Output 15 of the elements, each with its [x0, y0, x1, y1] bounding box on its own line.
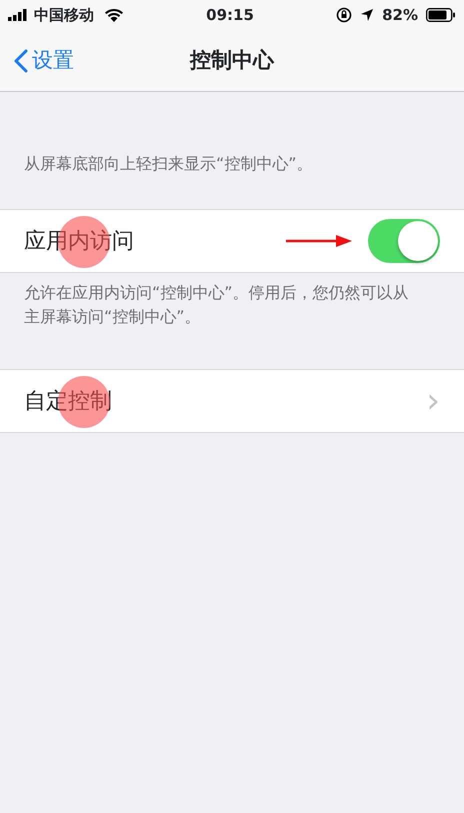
status-time: 09:15 — [206, 4, 254, 26]
rotation-lock-icon — [336, 7, 352, 23]
chevron-icon — [14, 48, 28, 72]
footer-text: 允许在应用内访问“控制中心”。停用后，您仍然可以从主屏幕访问“控制中心”。 — [23, 282, 410, 328]
location-icon — [360, 8, 374, 22]
page-title: 控制中心 — [190, 46, 274, 74]
toggle-switch[interactable] — [368, 219, 440, 263]
battery-icon — [426, 8, 456, 22]
setting-label: 应用内访问 — [24, 228, 134, 256]
description-text: 从屏幕底部向上轻扫来显示“控制中心”。 — [23, 153, 314, 175]
wifi-icon — [104, 8, 124, 22]
back-button[interactable]: 设置 — [0, 44, 74, 76]
carrier-name: 中国移动 — [34, 4, 94, 26]
setting-label: 自定控制 — [24, 388, 112, 416]
battery-percent: 82% — [382, 4, 418, 26]
